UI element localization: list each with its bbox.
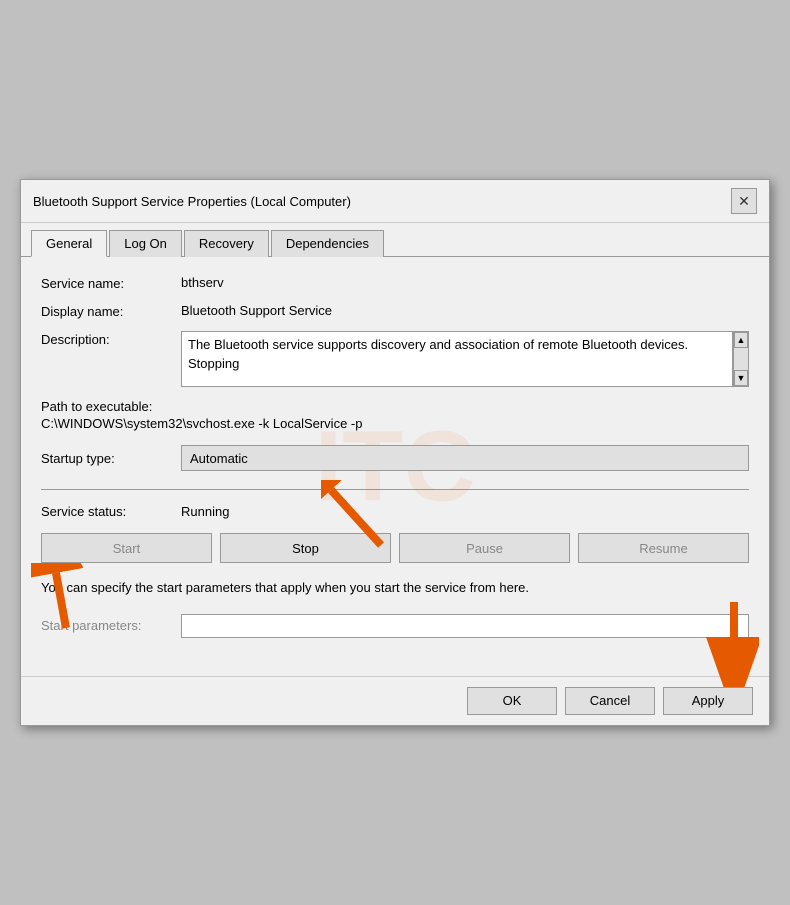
display-name-row: Display name: Bluetooth Support Service	[41, 303, 749, 319]
service-name-value: bthserv	[181, 275, 224, 290]
properties-dialog: Bluetooth Support Service Properties (Lo…	[20, 179, 770, 725]
content-area: ITC Service name: bthserv Display name: …	[21, 257, 769, 675]
scroll-up-arrow[interactable]: ▲	[734, 332, 748, 348]
startup-type-select-wrapper: Automatic Automatic (Delayed Start) Manu…	[181, 445, 749, 471]
help-text: You can specify the start parameters tha…	[41, 579, 749, 597]
service-status-label: Service status:	[41, 504, 181, 519]
tab-logon[interactable]: Log On	[109, 230, 182, 257]
service-status-value: Running	[181, 504, 229, 519]
description-wrapper: The Bluetooth service supports discovery…	[181, 331, 749, 387]
path-section: Path to executable: C:\WINDOWS\system32\…	[41, 399, 749, 431]
apply-button[interactable]: Apply	[663, 687, 753, 715]
startup-type-select[interactable]: Automatic Automatic (Delayed Start) Manu…	[181, 445, 749, 471]
title-bar: Bluetooth Support Service Properties (Lo…	[21, 180, 769, 223]
dialog-title: Bluetooth Support Service Properties (Lo…	[33, 194, 351, 209]
service-name-row: Service name: bthserv	[41, 275, 749, 291]
tab-general[interactable]: General	[31, 230, 107, 257]
start-params-row: Start parameters:	[41, 614, 749, 638]
scroll-down-arrow[interactable]: ▼	[734, 370, 748, 386]
service-name-label: Service name:	[41, 275, 181, 291]
tab-recovery[interactable]: Recovery	[184, 230, 269, 257]
description-text[interactable]: The Bluetooth service supports discovery…	[181, 331, 733, 387]
pause-button[interactable]: Pause	[399, 533, 570, 563]
description-label: Description:	[41, 331, 181, 347]
start-params-label: Start parameters:	[41, 618, 181, 633]
cancel-button[interactable]: Cancel	[565, 687, 655, 715]
close-button[interactable]: ✕	[731, 188, 757, 214]
tab-dependencies[interactable]: Dependencies	[271, 230, 384, 257]
start-button[interactable]: Start	[41, 533, 212, 563]
dialog-footer: OK Cancel Apply	[21, 676, 769, 725]
path-value: C:\WINDOWS\system32\svchost.exe -k Local…	[41, 416, 749, 431]
service-status-row: Service status: Running	[41, 504, 749, 519]
startup-type-row: Startup type: Automatic Automatic (Delay…	[41, 445, 749, 471]
service-buttons-row: Start Stop Pause Resume	[41, 533, 749, 563]
tabs-container: General Log On Recovery Dependencies	[21, 223, 769, 257]
start-params-input[interactable]	[181, 614, 749, 638]
description-scrollbar[interactable]: ▲ ▼	[733, 331, 749, 387]
stop-button[interactable]: Stop	[220, 533, 391, 563]
path-label: Path to executable:	[41, 399, 749, 414]
general-tab-content: Service name: bthserv Display name: Blue…	[21, 257, 769, 675]
display-name-value: Bluetooth Support Service	[181, 303, 332, 318]
display-name-label: Display name:	[41, 303, 181, 319]
divider	[41, 489, 749, 490]
resume-button[interactable]: Resume	[578, 533, 749, 563]
ok-button[interactable]: OK	[467, 687, 557, 715]
startup-type-label: Startup type:	[41, 451, 181, 466]
description-row: Description: The Bluetooth service suppo…	[41, 331, 749, 387]
